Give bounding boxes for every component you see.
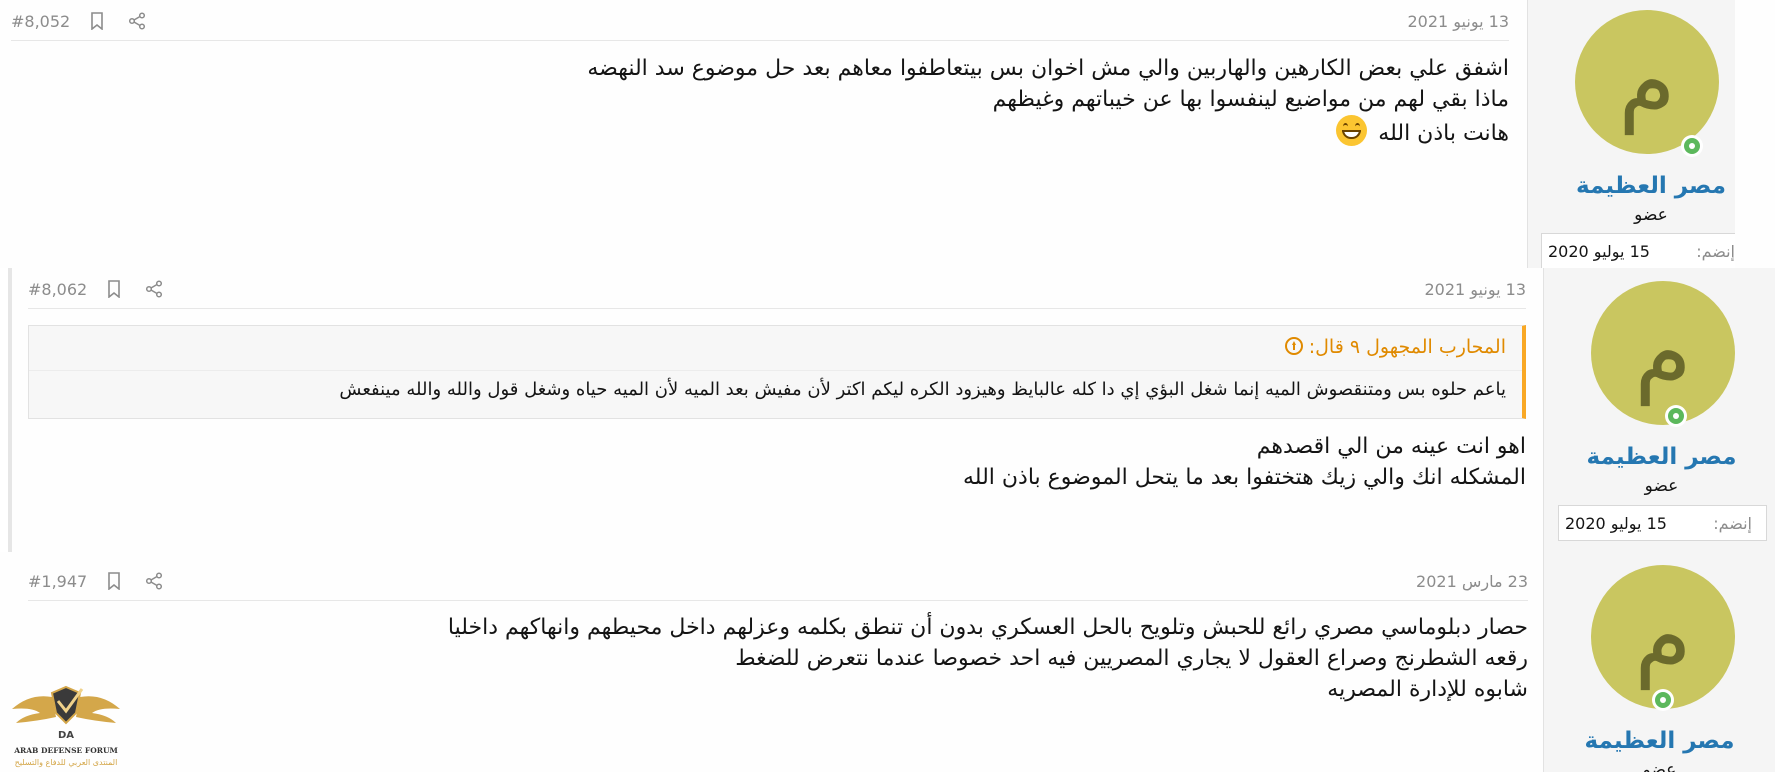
avatar[interactable]: م [1591,565,1735,709]
username[interactable]: مصر العظيمة [1544,728,1775,754]
post-line: هانت باذن الله [1378,121,1509,146]
post-3: 23 مارس 2021 #1,947 حصار دبلوماسي مصري ر… [0,552,1775,772]
user-sidebar: م مصر العظيمة عضو إنضم: 15 يوليو 2020 [1543,268,1775,552]
user-title: عضو [1634,205,1668,225]
bookmark-icon[interactable] [89,12,105,30]
avatar[interactable]: م [1575,10,1719,154]
post-number[interactable]: #8,062 [28,280,87,299]
post-line: ماذا بقي لهم من مواضيع لينفسوا بها عن خي… [992,87,1509,112]
post-line: رقعه الشطرنج وصراع العقول لا يجاري المصر… [735,646,1528,671]
quote-attribution: المحارب المجهول ٩ قال: [1308,336,1506,358]
quote-body: ياعم حلوه بس ومتنقصوش الميه إنما شغل الب… [29,370,1522,417]
share-icon[interactable] [145,572,163,590]
quote-header[interactable]: المحارب المجهول ٩ قال: [1279,336,1506,358]
join-date-box: إنضم: 15 يوليو 2020 [1558,505,1767,541]
post-date[interactable]: 13 يونيو 2021 [1407,12,1509,31]
quote-text: ياعم حلوه بس ومتنقصوش الميه إنما شغل الب… [339,379,1506,400]
go-to-quote-icon[interactable] [1284,337,1303,355]
post-main: 13 يونيو 2021 #8,062 المحارب المجهول ٩ ق… [28,268,1526,552]
join-date: 15 يوليو 2020 [1565,514,1667,533]
post-header: 23 مارس 2021 #1,947 [28,560,1528,601]
sidebar-arrow [1543,580,1544,598]
user-sidebar: م مصر العظيمة عضو إنضم: 15 يوليو 2020 [1527,0,1735,268]
quote-block: المحارب المجهول ٩ قال: ياعم حلوه بس ومتن… [28,325,1526,419]
svg-text:المنتدى العربي للدفاع والتسليح: المنتدى العربي للدفاع والتسليح [15,758,118,767]
post-2: 13 يونيو 2021 #8,062 المحارب المجهول ٩ ق… [8,268,1775,552]
svg-text:ARAB DEFENSE FORUM: ARAB DEFENSE FORUM [13,746,118,755]
post-number[interactable]: #8,052 [11,12,70,31]
post-main: 23 مارس 2021 #1,947 حصار دبلوماسي مصري ر… [28,552,1528,772]
share-icon[interactable] [145,280,163,298]
svg-text:DA: DA [58,730,74,741]
user-sidebar: م مصر العظيمة عضو [1543,552,1775,772]
post-date[interactable]: 23 مارس 2021 [1416,572,1528,591]
post-line: شابوه للإدارة المصريه [1327,677,1528,702]
share-icon[interactable] [128,12,146,30]
sidebar-arrow [1527,28,1528,46]
join-label: إنضم: [1696,242,1735,261]
post-line: حصار دبلوماسي مصري رائع للحبش وتلويح بال… [447,615,1528,640]
username[interactable]: مصر العظيمة [1544,444,1775,470]
post-line: اهو انت عينه من الي اقصدهم [1256,434,1526,459]
post-1: 13 يونيو 2021 #8,052 اشفق علي بعض الكاره… [0,0,1775,268]
username[interactable]: مصر العظيمة [1567,173,1735,199]
post-body: اشفق علي بعض الكارهين والهاربين والي مش … [587,53,1509,149]
sidebar-arrow [1543,296,1544,314]
online-status-icon [1652,689,1674,711]
grinning-face-icon [1336,115,1368,146]
post-number[interactable]: #1,947 [28,572,87,591]
join-label: إنضم: [1713,514,1752,533]
post-line: اشفق علي بعض الكارهين والهاربين والي مش … [587,56,1509,81]
online-status-icon [1681,135,1703,157]
post-line-with-emoji: هانت باذن الله [587,115,1509,149]
bookmark-icon[interactable] [106,280,122,298]
post-header: 13 يونيو 2021 #8,052 [11,0,1509,41]
user-title: عضو [1642,760,1677,772]
avatar[interactable]: م [1591,281,1735,425]
post-line: المشكله انك والي زيك هتختفوا بعد ما يتحل… [963,465,1526,490]
post-body: اهو انت عينه من الي اقصدهم المشكله انك و… [963,431,1526,493]
post-header: 13 يونيو 2021 #8,062 [28,268,1526,309]
online-status-icon [1665,405,1687,427]
join-date-box: إنضم: 15 يوليو 2020 [1541,233,1735,268]
post-date[interactable]: 13 يونيو 2021 [1424,280,1526,299]
post-main: 13 يونيو 2021 #8,052 اشفق علي بعض الكاره… [11,0,1509,268]
join-date: 15 يوليو 2020 [1548,242,1650,261]
bookmark-icon[interactable] [106,572,122,590]
arab-defense-forum-logo: DA ARAB DEFENSE FORUM المنتدى العربي للد… [12,685,120,767]
post-body: حصار دبلوماسي مصري رائع للحبش وتلويح بال… [448,612,1528,705]
user-title: عضو [1644,476,1679,496]
